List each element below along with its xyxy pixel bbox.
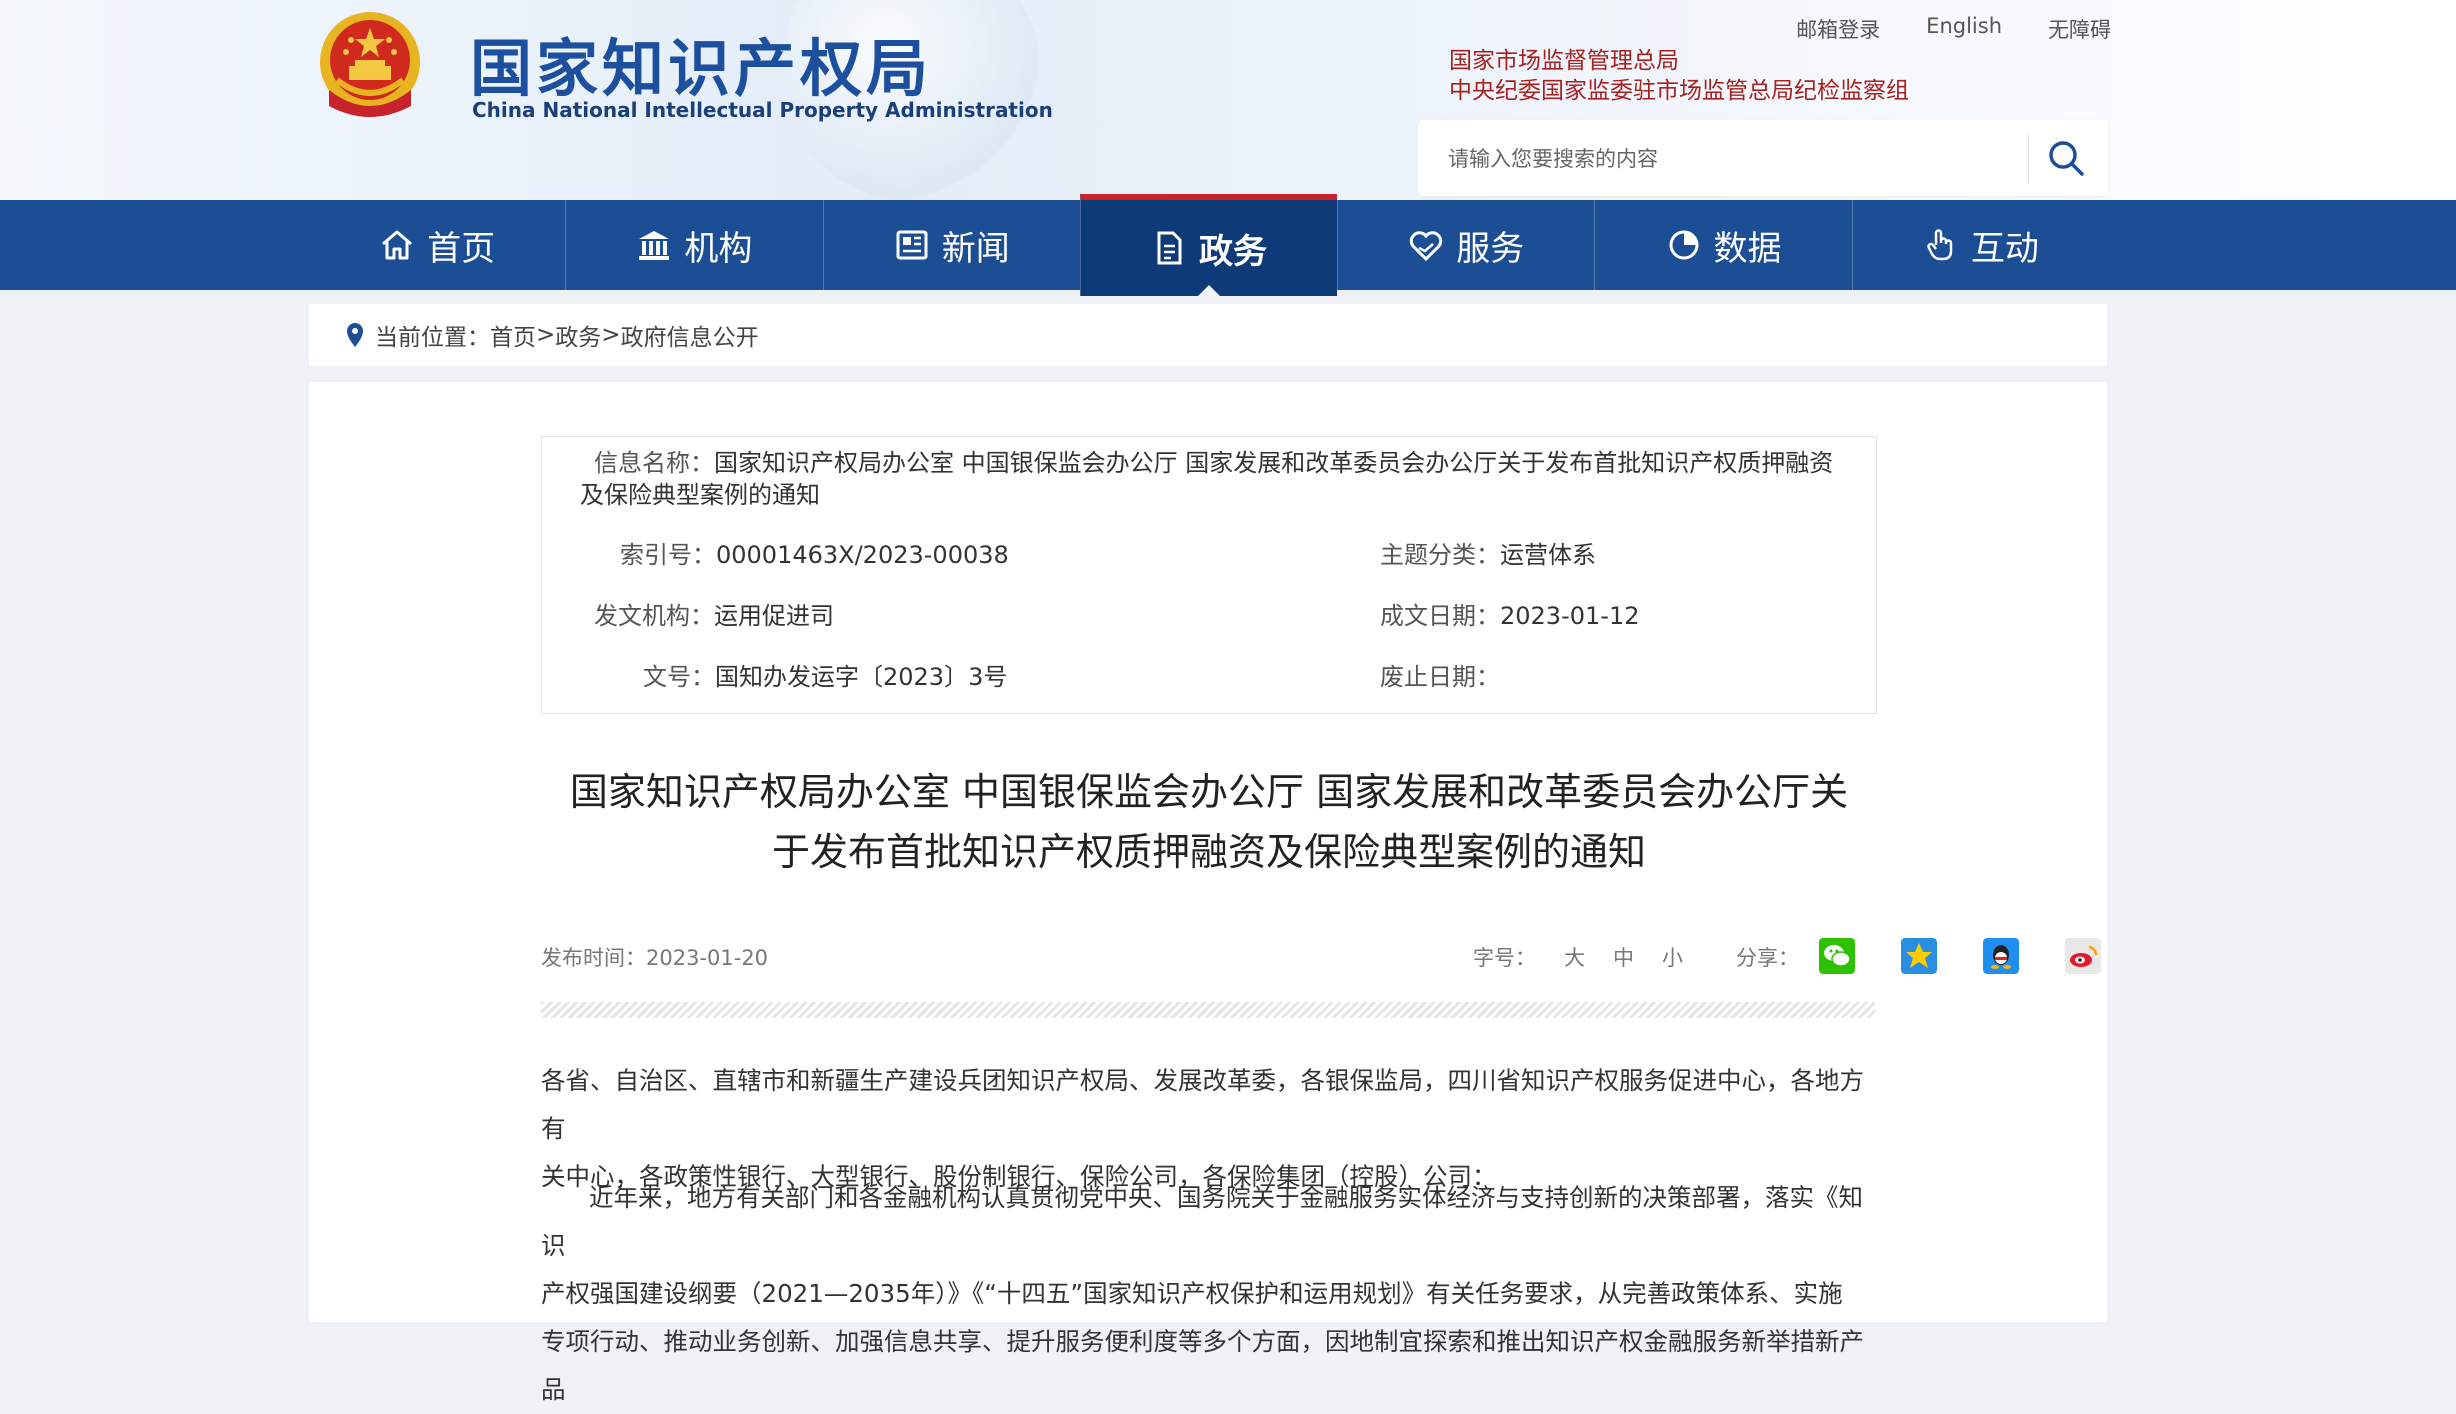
- article-title-line: 于发布首批知识产权质押融资及保险典型案例的通知: [771, 830, 1646, 874]
- font-size-label: 字号：: [1473, 946, 1536, 970]
- publish-date: 发布时间：2023-01-20: [541, 946, 769, 970]
- topic-label: 主题分类：: [1380, 541, 1500, 569]
- document-metadata-table: 信息名称：国家知识产权局办公室 中国银保监会办公厅 国家发展和改革委员会办公厅关…: [541, 436, 1877, 714]
- accessibility-link[interactable]: 无障碍: [2048, 14, 2111, 44]
- wechat-icon[interactable]: [1819, 938, 1855, 974]
- discipline-link[interactable]: 中央纪委国家监委驻市场监管总局纪检监察组: [1449, 76, 1909, 106]
- pie-chart-icon: [1669, 230, 1699, 260]
- breadcrumb-separator: >: [536, 322, 556, 348]
- site-title-en[interactable]: China National Intellectual Property Adm…: [472, 98, 1053, 122]
- document-icon: [1157, 231, 1182, 265]
- font-small-button[interactable]: 小: [1662, 946, 1683, 970]
- nav-news[interactable]: 新闻: [822, 200, 1080, 290]
- issuing-org-value: 运用促进司: [714, 602, 834, 630]
- info-name-value: 国家知识产权局办公室 中国银保监会办公厅 国家发展和改革委员会办公厅关于发布首批…: [714, 449, 1834, 477]
- font-size-control: 字号： 大 中 小: [1473, 942, 1683, 972]
- nav-label: 服务: [1456, 228, 1525, 269]
- nav-label: 互动: [1970, 228, 2039, 269]
- info-name-label: 信息名称：: [594, 449, 714, 477]
- nav-label: 新闻: [941, 228, 1010, 269]
- mail-login-link[interactable]: 邮箱登录: [1796, 14, 1880, 44]
- search-input[interactable]: [1446, 138, 2010, 180]
- paragraph-line: 近年来，地方有关部门和各金融机构认真贯彻党中央、国务院关于金融服务实体经济与支持…: [541, 1183, 1863, 1260]
- qq-icon[interactable]: [1983, 938, 2019, 974]
- institution-icon: [639, 231, 670, 260]
- share-label: 分享：: [1736, 946, 1799, 970]
- font-large-button[interactable]: 大: [1564, 946, 1585, 970]
- written-date-label: 成文日期：: [1380, 602, 1500, 630]
- index-value: 00001463X/2023-00038: [716, 541, 1009, 569]
- nav-label: 政务: [1198, 231, 1267, 272]
- paragraph-line: 产权强国建设纲要（2021—2035年）》《“十四五”国家知识产权保护和运用规划…: [541, 1279, 1843, 1308]
- breadcrumb: 当前位置： 首页 > 政务 > 政府信息公开: [309, 304, 2107, 366]
- samr-link[interactable]: 国家市场监督管理总局: [1449, 46, 1909, 76]
- search-icon[interactable]: [2046, 138, 2086, 178]
- breadcrumb-gov-info[interactable]: 政府信息公开: [621, 318, 759, 352]
- nav-label: 首页: [427, 228, 496, 269]
- home-icon: [382, 230, 413, 260]
- article-info-bar: 发布时间：2023-01-20 字号： 大 中 小 分享：: [541, 938, 2101, 978]
- top-links: 邮箱登录 English 无障碍: [1750, 14, 2111, 44]
- breadcrumb-prefix: 当前位置：: [375, 325, 490, 351]
- nav-home[interactable]: 首页: [309, 200, 565, 290]
- font-medium-button[interactable]: 中: [1613, 946, 1634, 970]
- news-icon: [896, 230, 928, 260]
- paragraph-line: 专项行动、推动业务创新、加强信息共享、提升服务便利度等多个方面，因地制宜探索和推…: [541, 1327, 1864, 1404]
- article-paragraph-body: 近年来，地方有关部门和各金融机构认真贯彻党中央、国务院关于金融服务实体经济与支持…: [541, 1174, 1875, 1414]
- weibo-icon[interactable]: [2065, 938, 2101, 974]
- article-title: 国家知识产权局办公室 中国银保监会办公厅 国家发展和改革委员会办公厅关 于发布首…: [539, 762, 1879, 882]
- qzone-icon[interactable]: [1901, 938, 1937, 974]
- location-pin-icon: [347, 323, 363, 347]
- written-date-value: 2023-01-12: [1500, 602, 1640, 630]
- breadcrumb-affairs[interactable]: 政务: [555, 318, 601, 352]
- page: 国家知识产权局 China National Intellectual Prop…: [0, 0, 2456, 1404]
- doc-number-label: 文号：: [643, 663, 715, 691]
- national-emblem-icon[interactable]: [315, 10, 425, 122]
- search-divider: [2028, 134, 2029, 182]
- doc-number-value: 国知办发运字〔2023〕3号: [715, 663, 1008, 691]
- nav-government-affairs[interactable]: 政务: [1079, 194, 1338, 296]
- parent-org-links: 国家市场监督管理总局 中央纪委国家监委驻市场监管总局纪检监察组: [1449, 46, 1909, 106]
- nav-interaction[interactable]: 互动: [1851, 200, 2109, 290]
- content-card: 信息名称：国家知识产权局办公室 中国银保监会办公厅 国家发展和改革委员会办公厅关…: [309, 382, 2107, 1404]
- index-label: 索引号：: [620, 541, 716, 569]
- nav-label: 数据: [1713, 228, 1782, 269]
- nav-label: 机构: [684, 228, 753, 269]
- nav-data[interactable]: 数据: [1594, 200, 1851, 290]
- article-title-line: 国家知识产权局办公室 中国银保监会办公厅 国家发展和改革委员会办公厅关: [569, 770, 1849, 814]
- breadcrumb-separator: >: [601, 322, 621, 348]
- service-icon: [1410, 231, 1443, 262]
- divider-hatch: [541, 1002, 1875, 1018]
- breadcrumb-home[interactable]: 首页: [490, 318, 536, 352]
- info-name-value-cont: 及保险典型案例的通知: [580, 481, 820, 509]
- main-nav: 首页 机构 新闻 政务 服务 数据 互动: [0, 194, 2456, 296]
- issuing-org-label: 发文机构：: [594, 602, 714, 630]
- search-box: [1418, 120, 2108, 196]
- abolish-date-label: 废止日期：: [1380, 663, 1500, 691]
- site-header: 国家知识产权局 China National Intellectual Prop…: [0, 0, 2456, 200]
- topic-value: 运营体系: [1500, 541, 1596, 569]
- english-link[interactable]: English: [1926, 14, 2002, 44]
- paragraph-line: 各省、自治区、直辖市和新疆生产建设兵团知识产权局、发展改革委，各银保监局，四川省…: [541, 1066, 1864, 1143]
- site-title[interactable]: 国家知识产权局: [470, 18, 932, 108]
- hand-pointer-icon: [1927, 229, 1953, 261]
- nav-service[interactable]: 服务: [1337, 200, 1594, 290]
- nav-institution[interactable]: 机构: [565, 200, 822, 290]
